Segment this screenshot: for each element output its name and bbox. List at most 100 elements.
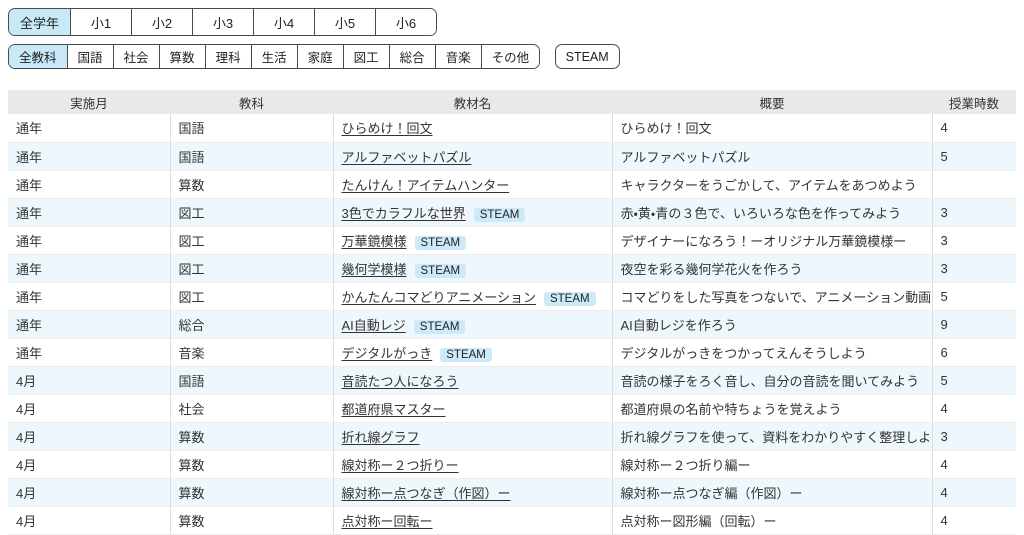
table-row: 4月 社会 都道府県マスター 都道府県の名前や特ちょうを覚えよう 4	[8, 394, 1016, 422]
material-link[interactable]: アルファベットパズル	[342, 150, 472, 165]
hours-cell: 9	[932, 310, 1016, 338]
steam-badge: STEAM	[414, 320, 466, 334]
material-link[interactable]: かんたんコマどりアニメーション	[342, 290, 536, 305]
steam-filter-button[interactable]: STEAM	[555, 44, 620, 69]
material-link[interactable]: AI自動レジ	[342, 318, 406, 333]
subject-tab-10[interactable]: その他	[481, 45, 540, 68]
subject-cell: 図工	[170, 282, 333, 310]
subject-cell: 社会	[170, 394, 333, 422]
column-header-hours: 授業時数	[932, 90, 1016, 114]
material-cell: 都道府県マスター	[333, 394, 612, 422]
grade-tab-3[interactable]: 小3	[192, 9, 253, 35]
subject-tab-8[interactable]: 総合	[389, 45, 435, 68]
month-cell: 通年	[8, 254, 170, 282]
material-cell: 万華鏡模様 STEAM	[333, 226, 612, 254]
column-header-subject: 教科	[170, 90, 333, 114]
month-cell: 4月	[8, 366, 170, 394]
grade-tab-1[interactable]: 小1	[70, 9, 131, 35]
subject-tab-7[interactable]: 図工	[343, 45, 389, 68]
hours-cell: 4	[932, 478, 1016, 506]
material-link[interactable]: 幾何学模様	[342, 262, 407, 277]
month-cell: 通年	[8, 198, 170, 226]
table-row: 通年 算数 たんけん！アイテムハンター キャラクターをうごかして、アイテムをあつ…	[8, 170, 1016, 198]
page: 全学年小1小2小3小4小5小6 全教科国語社会算数理科生活家庭図工総合音楽その他…	[0, 0, 1024, 535]
material-cell: アルファベットパズル	[333, 142, 612, 170]
month-cell: 4月	[8, 506, 170, 534]
month-cell: 通年	[8, 226, 170, 254]
table-row: 4月 算数 線対称ー２つ折りー 線対称ー２つ折り編ー 4	[8, 450, 1016, 478]
hours-cell: 4	[932, 394, 1016, 422]
table-row: 通年 図工 かんたんコマどりアニメーション STEAM コマどりをした写真をつない…	[8, 282, 1016, 310]
material-link[interactable]: 線対称ー２つ折りー	[342, 458, 459, 473]
month-cell: 4月	[8, 478, 170, 506]
material-cell: 3色でカラフルな世界 STEAM	[333, 198, 612, 226]
grade-tab-5[interactable]: 小5	[314, 9, 375, 35]
material-link[interactable]: デジタルがっき	[342, 346, 433, 361]
table-row: 通年 国語 ひらめけ！回文 ひらめけ！回文 4	[8, 114, 1016, 142]
steam-badge: STEAM	[544, 292, 596, 306]
summary-cell: 折れ線グラフを使って、資料をわかりやすく整理しよう	[612, 422, 932, 450]
table-row: 通年 総合 AI自動レジSTEAM AI自動レジを作ろう 9	[8, 310, 1016, 338]
summary-cell: コマどりをした写真をつないで、アニメーション動画を作ろう	[612, 282, 932, 310]
grade-tab-4[interactable]: 小4	[253, 9, 314, 35]
steam-badge: STEAM	[415, 236, 467, 250]
table-header: 実施月 教科 教材名 概要 授業時数	[8, 90, 1016, 114]
material-link[interactable]: 点対称ー回転ー	[342, 514, 433, 529]
material-link[interactable]: 折れ線グラフ	[342, 430, 420, 445]
summary-cell: デザイナーになろう！ーオリジナル万華鏡模様ー	[612, 226, 932, 254]
material-cell: ひらめけ！回文	[333, 114, 612, 142]
material-cell: たんけん！アイテムハンター	[333, 170, 612, 198]
hours-cell: 4	[932, 114, 1016, 142]
hours-cell: 4	[932, 506, 1016, 534]
hours-cell: 4	[932, 450, 1016, 478]
hours-cell: 3	[932, 198, 1016, 226]
material-link[interactable]: 3色でカラフルな世界	[342, 206, 466, 221]
subject-tab-9[interactable]: 音楽	[435, 45, 481, 68]
subject-tab-6[interactable]: 家庭	[297, 45, 343, 68]
material-link[interactable]: 線対称ー点つなぎ（作図）ー	[342, 486, 511, 501]
month-cell: 通年	[8, 310, 170, 338]
summary-cell: ひらめけ！回文	[612, 114, 932, 142]
summary-cell: アルファベットパズル	[612, 142, 932, 170]
subject-tab-3[interactable]: 算数	[159, 45, 205, 68]
materials-table: 実施月 教科 教材名 概要 授業時数 通年 国語 ひらめけ！回文 ひらめけ！回文…	[8, 90, 1016, 535]
subject-tab-2[interactable]: 社会	[113, 45, 159, 68]
month-cell: 通年	[8, 114, 170, 142]
hours-cell: 5	[932, 142, 1016, 170]
material-link[interactable]: ひらめけ！回文	[342, 121, 433, 136]
hours-cell: 3	[932, 226, 1016, 254]
hours-cell: 5	[932, 282, 1016, 310]
hours-cell: 3	[932, 254, 1016, 282]
material-link[interactable]: 万華鏡模様	[342, 234, 407, 249]
subject-tab-5[interactable]: 生活	[251, 45, 297, 68]
grade-tab-0[interactable]: 全学年	[9, 9, 70, 35]
subject-cell: 国語	[170, 114, 333, 142]
column-header-summary: 概要	[612, 90, 932, 114]
hours-cell	[932, 170, 1016, 198]
steam-badge: STEAM	[474, 208, 526, 222]
month-cell: 通年	[8, 282, 170, 310]
material-link[interactable]: 音読たつ人になろう	[342, 374, 459, 389]
month-cell: 4月	[8, 422, 170, 450]
table-row: 通年 図工 幾何学模様 STEAM 夜空を彩る幾何学花火を作ろう 3	[8, 254, 1016, 282]
grade-tab-6[interactable]: 小6	[375, 9, 436, 35]
subject-cell: 算数	[170, 478, 333, 506]
summary-cell: 線対称ー点つなぎ編（作図）ー	[612, 478, 932, 506]
subject-cell: 図工	[170, 254, 333, 282]
summary-cell: 夜空を彩る幾何学花火を作ろう	[612, 254, 932, 282]
grade-tab-group: 全学年小1小2小3小4小5小6	[8, 8, 437, 36]
steam-badge: STEAM	[415, 264, 467, 278]
grade-filter-row: 全学年小1小2小3小4小5小6	[8, 8, 1016, 36]
subject-tab-0[interactable]: 全教科	[9, 45, 67, 68]
material-cell: 音読たつ人になろう	[333, 366, 612, 394]
subject-tab-4[interactable]: 理科	[205, 45, 251, 68]
summary-cell: 都道府県の名前や特ちょうを覚えよう	[612, 394, 932, 422]
grade-tab-2[interactable]: 小2	[131, 9, 192, 35]
subject-cell: 総合	[170, 310, 333, 338]
subject-tab-1[interactable]: 国語	[67, 45, 113, 68]
material-link[interactable]: 都道府県マスター	[342, 402, 446, 417]
table-row: 通年 音楽 デジタルがっきSTEAM デジタルがっきをつかってえんそうしよう 6	[8, 338, 1016, 366]
material-link[interactable]: たんけん！アイテムハンター	[342, 178, 510, 193]
summary-cell: 音読の様子をろく音し、自分の音読を聞いてみよう	[612, 366, 932, 394]
month-cell: 4月	[8, 394, 170, 422]
